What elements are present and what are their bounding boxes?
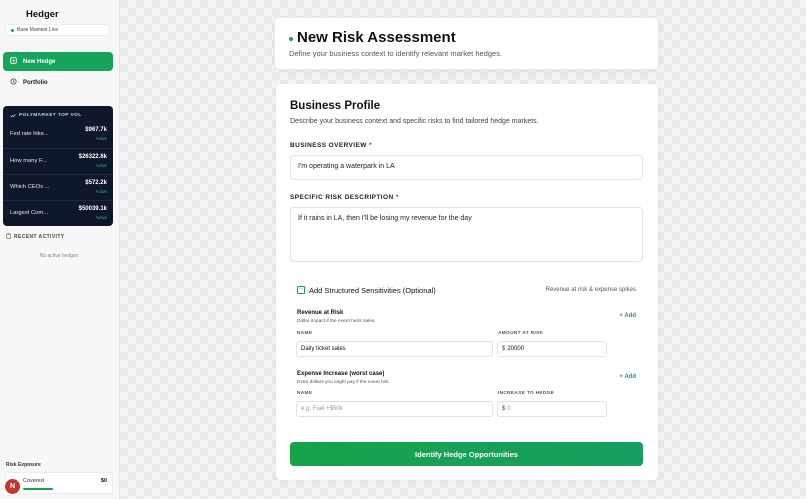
section-title: Business Profile [290,100,381,112]
risk-description-label: SPECIFIC RISK DESCRIPTION * [290,194,399,201]
market-question: Fed rate hike... [10,131,49,137]
market-volume: $572.2k [85,180,107,186]
revenue-amount-value: 20000 [507,346,525,352]
sensitivities-section: − Add Structured Sensitivities (Optional… [290,279,643,419]
required-mark: * [368,142,372,149]
recent-empty-text: No active hedges [39,253,79,259]
corner-dots-icon: · · [645,22,653,28]
business-overview-label: BUSINESS OVERVIEW * [290,142,372,149]
market-volume: $50039.1k [78,206,107,212]
section-subtitle: Describe your business context and speci… [290,118,539,125]
page-title: New Risk Assessment [297,29,456,46]
risk-progress-bar [23,488,53,490]
market-volume: $26322.6k [78,154,107,160]
add-expense-button[interactable]: + Add [619,374,636,380]
expense-amount-input[interactable]: $ 0 [497,401,607,417]
business-overview-input[interactable]: I'm operating a waterpark in LA [290,155,643,180]
market-row[interactable]: Largest Com... $50039.1k Active [3,200,113,226]
risk-exposure-box: Covered $0 [5,472,113,494]
market-question: Largest Com... [10,210,49,216]
market-row[interactable]: Fed rate hike... $967.7k Active [3,122,113,148]
sensitivities-toggle-label[interactable]: Add Structured Sensitivities (Optional) [309,286,436,295]
revenue-amount-label: AMOUNT AT RISK [498,331,544,336]
sensitivities-hint: Revenue at risk & expense spikes [545,287,636,293]
expense-name-label: NAME [297,391,313,396]
currency-symbol: $ [502,406,506,412]
expense-amount-placeholder: 0 [507,406,511,412]
market-question: Which CEOs ... [10,184,50,190]
market-status: Active [95,215,107,220]
nav-new-hedge[interactable]: New Hedge [3,52,113,71]
market-status: Active [95,136,107,141]
revenue-desc: Dollar impact if the event hurts sales. [297,319,376,324]
polymarket-panel: POLYMARKET TOP VOL Fed rate hike... $967… [3,106,113,226]
page-subtitle: Define your business context to identify… [289,49,503,58]
risk-description-textarea[interactable]: If it rains in LA, then I'll be losing m… [290,207,643,262]
polymarket-heading: POLYMARKET TOP VOL [10,113,82,120]
network-label: Base Mainnet Live [17,27,59,33]
expense-name-input[interactable]: e.g. Fuel +$50k [296,401,493,417]
trending-icon [10,113,16,120]
currency-symbol: $ [502,346,506,352]
identify-hedges-button[interactable]: Identify Hedge Opportunities [290,442,643,466]
expense-title: Expense Increase (worst case) [297,371,385,377]
nav-portfolio-label: Portfolio [23,79,48,86]
sidebar: Hedger Base Mainnet Live New Hedge Portf… [0,0,120,499]
market-status: Active [95,163,107,168]
user-avatar[interactable]: N [4,478,21,495]
revenue-title: Revenue at Risk [297,310,344,316]
risk-covered-label: Covered [23,478,44,484]
app-logo[interactable]: Hedger [26,9,59,20]
market-row[interactable]: Which CEOs ... $572.2k Active [3,174,113,200]
status-dot-icon [289,37,293,41]
recent-activity-heading: RECENT ACTIVITY [6,233,65,241]
nav-new-hedge-label: New Hedge [23,58,56,65]
business-profile-card: Business Profile Describe your business … [276,84,658,480]
revenue-name-input[interactable]: Daily ticket sales [296,341,493,357]
required-mark: * [395,194,399,201]
network-status: Base Mainnet Live [5,24,110,36]
add-revenue-button[interactable]: + Add [619,313,636,319]
expense-desc: Extra dollars you might pay if the event… [297,380,390,385]
clipboard-icon [6,233,11,241]
history-icon [10,78,17,87]
plus-icon [10,57,17,66]
risk-exposure-label: Risk Exposure [6,462,41,468]
risk-value: $0 [100,478,107,484]
sensitivities-toggle[interactable]: − [297,286,305,294]
revenue-amount-input[interactable]: $ 20000 [497,341,607,357]
revenue-name-label: NAME [297,331,313,336]
status-dot-icon [11,28,14,32]
market-row[interactable]: How many F... $26322.6k Active [3,148,113,174]
nav-portfolio[interactable]: Portfolio [3,74,113,91]
expense-amount-label: INCREASE TO HEDGE [498,391,555,396]
page-header-card: New Risk Assessment Define your business… [274,17,659,70]
market-volume: $967.7k [85,127,107,133]
market-status: Active [95,189,107,194]
market-question: How many F... [10,158,47,164]
